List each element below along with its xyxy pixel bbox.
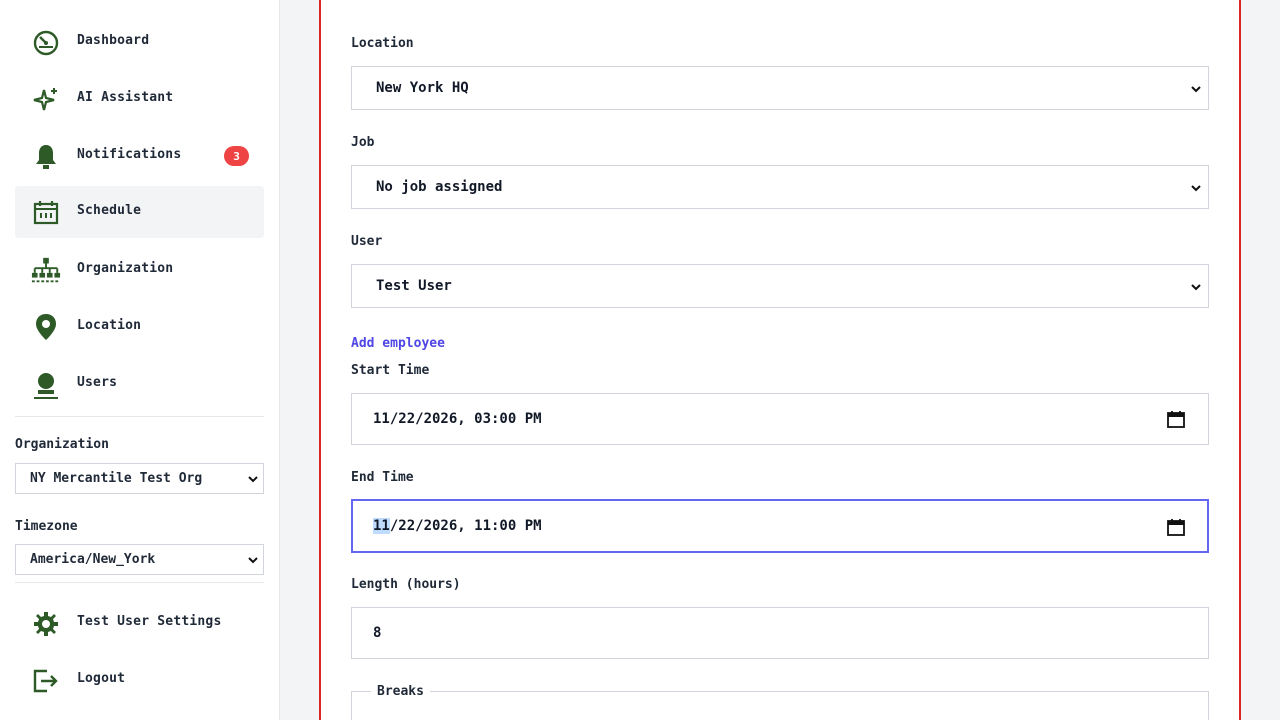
org-chart-icon — [31, 257, 61, 285]
location-select-value: New York HQ — [376, 80, 469, 96]
job-select[interactable]: No job assigned — [351, 165, 1209, 209]
nav-settings[interactable]: Test User Settings — [15, 597, 264, 649]
nav-logout[interactable]: Logout — [15, 654, 264, 706]
calendar-icon — [31, 199, 61, 227]
start-time-label: Start Time — [351, 363, 430, 378]
chevron-down-icon — [248, 557, 258, 564]
chevron-down-icon — [248, 476, 258, 483]
start-time-value: 11/22/2026, 03:00 PM — [373, 411, 542, 427]
breaks-fieldset — [351, 691, 1209, 720]
calendar-picker-icon[interactable] — [1167, 518, 1185, 536]
bell-icon — [31, 143, 61, 171]
nav-settings-label: Test User Settings — [77, 614, 222, 629]
chevron-down-icon — [1191, 86, 1201, 93]
nav-logout-label: Logout — [77, 671, 126, 686]
user-icon — [31, 371, 61, 399]
length-label: Length (hours) — [351, 577, 461, 592]
nav-users-label: Users — [77, 375, 118, 390]
end-time-value-rest: /22/2026, 11:00 PM — [389, 518, 542, 534]
location-select[interactable]: New York HQ — [351, 66, 1209, 110]
sparkle-icon — [31, 86, 61, 114]
nav-schedule-label: Schedule — [77, 203, 142, 218]
sidebar: Dashboard AI Assistant Notifications 3 S… — [0, 0, 280, 720]
nav-location-label: Location — [77, 318, 142, 333]
sidebar-divider — [15, 416, 264, 417]
timezone-select-value: America/New_York — [30, 552, 156, 567]
nav-users[interactable]: Users — [15, 358, 264, 410]
timezone-select[interactable]: America/New_York — [15, 544, 264, 575]
nav-dashboard[interactable]: Dashboard — [15, 16, 264, 68]
nav-ai-assistant-label: AI Assistant — [77, 90, 174, 105]
breaks-legend: Breaks — [371, 684, 430, 699]
add-employee-link[interactable]: Add employee — [351, 336, 445, 351]
job-select-value: No job assigned — [376, 179, 503, 195]
nav-location[interactable]: Location — [15, 301, 264, 353]
nav-notifications-label: Notifications — [77, 147, 182, 162]
start-time-input[interactable]: 11/22/2026, 03:00 PM — [351, 393, 1209, 445]
nav-notifications[interactable]: Notifications 3 — [15, 130, 264, 182]
organization-select-value: NY Mercantile Test Org — [30, 471, 203, 486]
organization-select[interactable]: NY Mercantile Test Org — [15, 463, 264, 494]
map-pin-icon — [31, 314, 61, 342]
timezone-label: Timezone — [15, 519, 78, 534]
user-label: User — [351, 234, 383, 249]
user-select-value: Test User — [376, 278, 452, 294]
calendar-picker-icon[interactable] — [1167, 410, 1185, 428]
nav-ai-assistant[interactable]: AI Assistant — [15, 73, 264, 125]
nav-organization-label: Organization — [77, 261, 174, 276]
organization-label: Organization — [15, 437, 109, 452]
end-time-input[interactable]: 11/22/2026, 11:00 PM — [351, 499, 1209, 553]
length-input[interactable]: 8 — [351, 607, 1209, 659]
sidebar-divider — [15, 582, 264, 583]
length-value: 8 — [373, 625, 382, 641]
end-time-month-segment[interactable]: 11 — [373, 518, 390, 534]
logout-icon — [31, 667, 61, 695]
user-select[interactable]: Test User — [351, 264, 1209, 308]
nav-organization[interactable]: Organization — [15, 244, 264, 296]
chevron-down-icon — [1191, 185, 1201, 192]
dashboard-icon — [31, 29, 61, 57]
chevron-down-icon — [1191, 284, 1201, 291]
location-label: Location — [351, 36, 414, 51]
gear-icon — [31, 610, 61, 638]
nav-dashboard-label: Dashboard — [77, 33, 150, 48]
nav-schedule[interactable]: Schedule — [15, 186, 264, 238]
job-label: Job — [351, 135, 375, 150]
notification-count-badge: 3 — [224, 146, 249, 166]
end-time-label: End Time — [351, 470, 414, 485]
